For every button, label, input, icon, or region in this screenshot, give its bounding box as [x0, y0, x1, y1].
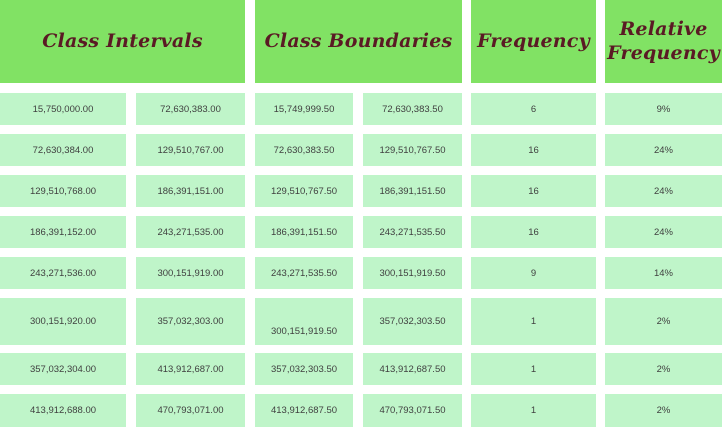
class-interval-lower-cell: 357,032,304.00 — [0, 353, 126, 385]
header-class-boundaries-label: Class Boundaries — [264, 29, 453, 52]
header-relative-frequency: Relative Frequency — [605, 0, 722, 83]
class-interval-upper-cell: 243,271,535.00 — [136, 216, 245, 248]
class-interval-lower-cell: 413,912,688.00 — [0, 394, 126, 427]
class-interval-lower-cell: 15,750,000.00 — [0, 93, 126, 125]
frequency-cell: 16 — [471, 175, 596, 207]
class-boundary-upper-cell: 470,793,071.50 — [363, 394, 462, 427]
class-interval-upper-cell: 72,630,383.00 — [136, 93, 245, 125]
header-class-intervals: Class Intervals — [0, 0, 245, 83]
class-boundary-lower-cell: 15,749,999.50 — [255, 93, 353, 125]
relative-frequency-cell: 14% — [605, 257, 722, 289]
frequency-cell: 16 — [471, 134, 596, 166]
class-boundary-lower-cell: 129,510,767.50 — [255, 175, 353, 207]
frequency-cell: 9 — [471, 257, 596, 289]
class-boundary-lower-cell: 357,032,303.50 — [255, 353, 353, 385]
class-boundary-upper-cell: 243,271,535.50 — [363, 216, 462, 248]
class-boundary-lower-cell: 72,630,383.50 — [255, 134, 353, 166]
class-interval-upper-cell: 357,032,303.00 — [136, 298, 245, 345]
class-boundary-upper-cell: 300,151,919.50 — [363, 257, 462, 289]
frequency-table: Class Intervals Class Boundaries Frequen… — [0, 0, 722, 427]
header-relative-frequency-label: Relative Frequency — [607, 17, 720, 64]
relative-frequency-cell: 2% — [605, 353, 722, 385]
class-interval-upper-cell: 186,391,151.00 — [136, 175, 245, 207]
frequency-cell: 6 — [471, 93, 596, 125]
class-boundary-upper-cell: 186,391,151.50 — [363, 175, 462, 207]
class-interval-upper-cell: 129,510,767.00 — [136, 134, 245, 166]
class-interval-upper-cell: 300,151,919.00 — [136, 257, 245, 289]
class-interval-lower-cell: 129,510,768.00 — [0, 175, 126, 207]
header-frequency: Frequency — [471, 0, 596, 83]
frequency-cell: 1 — [471, 298, 596, 345]
class-interval-lower-cell: 186,391,152.00 — [0, 216, 126, 248]
class-boundary-upper-cell: 413,912,687.50 — [363, 353, 462, 385]
relative-frequency-cell: 9% — [605, 93, 722, 125]
relative-frequency-cell: 24% — [605, 134, 722, 166]
header-frequency-label: Frequency — [477, 29, 590, 52]
class-interval-lower-cell: 300,151,920.00 — [0, 298, 126, 345]
frequency-cell: 1 — [471, 394, 596, 427]
class-boundary-lower-cell: 413,912,687.50 — [255, 394, 353, 427]
class-boundary-lower-cell: 243,271,535.50 — [255, 257, 353, 289]
relative-frequency-cell: 2% — [605, 298, 722, 345]
relative-frequency-cell: 24% — [605, 216, 722, 248]
class-boundary-lower-cell: 300,151,919.50 — [255, 298, 353, 345]
class-interval-upper-cell: 470,793,071.00 — [136, 394, 245, 427]
class-boundary-lower-cell: 186,391,151.50 — [255, 216, 353, 248]
header-class-intervals-label: Class Intervals — [42, 29, 203, 52]
class-boundary-upper-cell: 129,510,767.50 — [363, 134, 462, 166]
class-boundary-upper-cell: 72,630,383.50 — [363, 93, 462, 125]
relative-frequency-cell: 2% — [605, 394, 722, 427]
class-interval-lower-cell: 72,630,384.00 — [0, 134, 126, 166]
class-interval-upper-cell: 413,912,687.00 — [136, 353, 245, 385]
frequency-cell: 1 — [471, 353, 596, 385]
frequency-cell: 16 — [471, 216, 596, 248]
class-interval-lower-cell: 243,271,536.00 — [0, 257, 126, 289]
relative-frequency-cell: 24% — [605, 175, 722, 207]
class-boundary-upper-cell: 357,032,303.50 — [363, 298, 462, 345]
header-class-boundaries: Class Boundaries — [255, 0, 462, 83]
